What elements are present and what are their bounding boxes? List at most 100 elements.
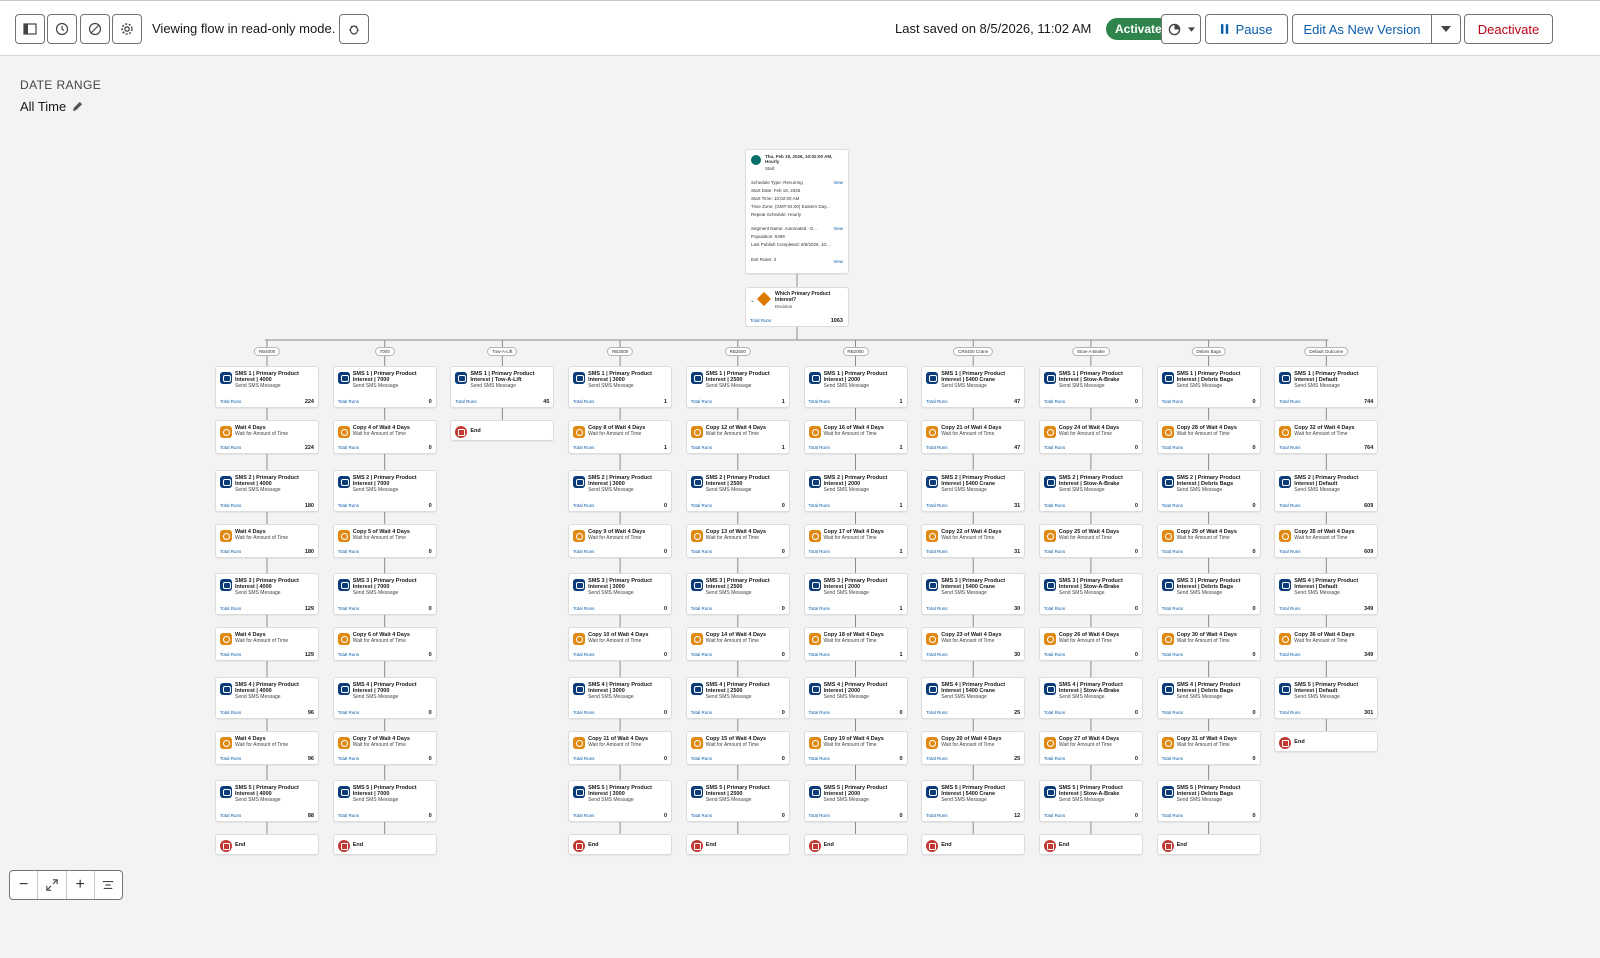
sms-node[interactable]: SMS 3 | Primary Product Interest | Debri…: [1156, 573, 1261, 615]
total-runs-link[interactable]: Total Runs: [1044, 813, 1065, 818]
total-runs-link[interactable]: Total Runs: [338, 710, 359, 715]
sms-node[interactable]: SMS 1 | Primary Product Interest | 2000 S…: [803, 366, 908, 408]
sms-node[interactable]: SMS 2 | Primary Product Interest | 2500 S…: [685, 470, 790, 512]
view-exit-rules-link[interactable]: View: [833, 259, 843, 264]
zoom-in-button[interactable]: +: [67, 871, 95, 899]
sms-node[interactable]: SMS 4 | Primary Product Interest | Defau…: [1274, 573, 1379, 615]
decision-runs-label[interactable]: Total Runs: [750, 318, 771, 323]
total-runs-link[interactable]: Total Runs: [573, 756, 594, 761]
total-runs-link[interactable]: Total Runs: [338, 606, 359, 611]
wait-node[interactable]: Copy 25 of Wait 4 Days Wait for Amount of…: [1038, 524, 1143, 558]
total-runs-link[interactable]: Total Runs: [926, 652, 947, 657]
total-runs-link[interactable]: Total Runs: [1044, 606, 1065, 611]
end-node[interactable]: End: [215, 834, 319, 855]
settings-button[interactable]: [112, 14, 142, 44]
sms-node[interactable]: SMS 4 | Primary Product Interest | Stow-…: [1038, 677, 1143, 719]
wait-node[interactable]: Copy 29 of Wait 4 Days Wait for Amount of…: [1156, 524, 1261, 558]
total-runs-link[interactable]: Total Runs: [573, 445, 594, 450]
total-runs-link[interactable]: Total Runs: [926, 710, 947, 715]
total-runs-link[interactable]: Total Runs: [1044, 399, 1065, 404]
sms-node[interactable]: SMS 4 | Primary Product Interest | Debri…: [1156, 677, 1261, 719]
wait-node[interactable]: Copy 35 of Wait 4 Days Wait for Amount of…: [1274, 524, 1379, 558]
total-runs-link[interactable]: Total Runs: [926, 549, 947, 554]
wait-node[interactable]: Copy 9 of Wait 4 Days Wait for Amount of …: [568, 524, 673, 558]
total-runs-link[interactable]: Total Runs: [573, 399, 594, 404]
wait-node[interactable]: Copy 5 of Wait 4 Days Wait for Amount of …: [332, 524, 437, 558]
total-runs-link[interactable]: Total Runs: [1162, 710, 1183, 715]
total-runs-link[interactable]: Total Runs: [1162, 606, 1183, 611]
total-runs-link[interactable]: Total Runs: [809, 549, 830, 554]
zoom-out-button[interactable]: −: [10, 871, 39, 899]
history-button[interactable]: [47, 14, 77, 44]
end-node[interactable]: End: [332, 834, 437, 855]
branch-label[interactable]: RB2500: [724, 347, 751, 356]
sms-node[interactable]: SMS 2 | Primary Product Interest | 2000 S…: [803, 470, 908, 512]
sms-node[interactable]: SMS 4 | Primary Product Interest | 7000 S…: [332, 677, 437, 719]
wait-node[interactable]: Copy 15 of Wait 4 Days Wait for Amount of…: [685, 731, 790, 765]
sms-node[interactable]: SMS 1 | Primary Product Interest | Defau…: [1274, 366, 1379, 408]
debug-button[interactable]: [339, 14, 369, 44]
total-runs-link[interactable]: Total Runs: [220, 445, 241, 450]
total-runs-link[interactable]: Total Runs: [220, 606, 241, 611]
total-runs-link[interactable]: Total Runs: [573, 813, 594, 818]
wait-node[interactable]: Copy 12 of Wait 4 Days Wait for Amount of…: [685, 420, 790, 454]
sms-node[interactable]: SMS 1 | Primary Product Interest | 2500 S…: [685, 366, 790, 408]
sms-node[interactable]: SMS 5 | Primary Product Interest | Debri…: [1156, 780, 1261, 822]
end-node[interactable]: End: [921, 834, 1026, 855]
total-runs-link[interactable]: Total Runs: [691, 710, 712, 715]
auto-layout-button[interactable]: [95, 871, 122, 899]
wait-node[interactable]: Wait 4 Days Wait for Amount of Time Total …: [215, 731, 319, 765]
end-node[interactable]: End: [1156, 834, 1261, 855]
total-runs-link[interactable]: Total Runs: [338, 445, 359, 450]
sms-node[interactable]: SMS 5 | Primary Product Interest | Defau…: [1274, 677, 1379, 719]
total-runs-link[interactable]: Total Runs: [691, 756, 712, 761]
total-runs-link[interactable]: Total Runs: [573, 710, 594, 715]
total-runs-link[interactable]: Total Runs: [1279, 710, 1300, 715]
sms-node[interactable]: SMS 1 | Primary Product Interest | 5400 …: [921, 366, 1026, 408]
sms-node[interactable]: SMS 3 | Primary Product Interest | 5400 …: [921, 573, 1026, 615]
total-runs-link[interactable]: Total Runs: [573, 606, 594, 611]
sms-node[interactable]: SMS 4 | Primary Product Interest | 2000 S…: [803, 677, 908, 719]
sms-node[interactable]: SMS 2 | Primary Product Interest | 4000 S…: [215, 470, 319, 512]
total-runs-link[interactable]: Total Runs: [1279, 606, 1300, 611]
total-runs-link[interactable]: Total Runs: [809, 756, 830, 761]
wait-node[interactable]: Copy 20 of Wait 4 Days Wait for Amount of…: [921, 731, 1026, 765]
wait-node[interactable]: Wait 4 Days Wait for Amount of Time Total …: [215, 524, 319, 558]
branch-label[interactable]: Stow-A-Brake: [1072, 347, 1110, 356]
total-runs-link[interactable]: Total Runs: [1162, 399, 1183, 404]
total-runs-link[interactable]: Total Runs: [1279, 652, 1300, 657]
total-runs-link[interactable]: Total Runs: [809, 399, 830, 404]
sms-node[interactable]: SMS 5 | Primary Product Interest | 2000 S…: [803, 780, 908, 822]
total-runs-link[interactable]: Total Runs: [1044, 710, 1065, 715]
wait-node[interactable]: Copy 24 of Wait 4 Days Wait for Amount of…: [1038, 420, 1143, 454]
total-runs-link[interactable]: Total Runs: [338, 549, 359, 554]
total-runs-link[interactable]: Total Runs: [926, 503, 947, 508]
total-runs-link[interactable]: Total Runs: [220, 652, 241, 657]
end-node[interactable]: End: [450, 420, 555, 441]
edit-as-new-version-button[interactable]: Edit As New Version: [1292, 14, 1432, 44]
sms-node[interactable]: SMS 2 | Primary Product Interest | 5400 …: [921, 470, 1026, 512]
total-runs-link[interactable]: Total Runs: [809, 813, 830, 818]
pause-button[interactable]: Pause: [1205, 14, 1288, 44]
wait-node[interactable]: Copy 26 of Wait 4 Days Wait for Amount of…: [1038, 627, 1143, 661]
fit-view-button[interactable]: [38, 871, 67, 899]
end-node[interactable]: End: [803, 834, 908, 855]
total-runs-link[interactable]: Total Runs: [573, 549, 594, 554]
wait-node[interactable]: Wait 4 Days Wait for Amount of Time Total …: [215, 420, 319, 454]
total-runs-link[interactable]: Total Runs: [926, 606, 947, 611]
total-runs-link[interactable]: Total Runs: [338, 813, 359, 818]
view-schedule-link[interactable]: View: [833, 180, 843, 185]
sms-node[interactable]: SMS 1 | Primary Product Interest | 4000 S…: [215, 366, 319, 408]
total-runs-link[interactable]: Total Runs: [1162, 756, 1183, 761]
sms-node[interactable]: SMS 4 | Primary Product Interest | 3000 S…: [568, 677, 673, 719]
wait-node[interactable]: Copy 31 of Wait 4 Days Wait for Amount of…: [1156, 731, 1261, 765]
wait-node[interactable]: Copy 19 of Wait 4 Days Wait for Amount of…: [803, 731, 908, 765]
total-runs-link[interactable]: Total Runs: [1279, 399, 1300, 404]
total-runs-link[interactable]: Total Runs: [1279, 445, 1300, 450]
sms-node[interactable]: SMS 3 | Primary Product Interest | 2000 S…: [803, 573, 908, 615]
sms-node[interactable]: SMS 2 | Primary Product Interest | Debri…: [1156, 470, 1261, 512]
deactivate-button[interactable]: Deactivate: [1464, 14, 1553, 44]
total-runs-link[interactable]: Total Runs: [220, 503, 241, 508]
total-runs-link[interactable]: Total Runs: [220, 756, 241, 761]
total-runs-link[interactable]: Total Runs: [809, 710, 830, 715]
